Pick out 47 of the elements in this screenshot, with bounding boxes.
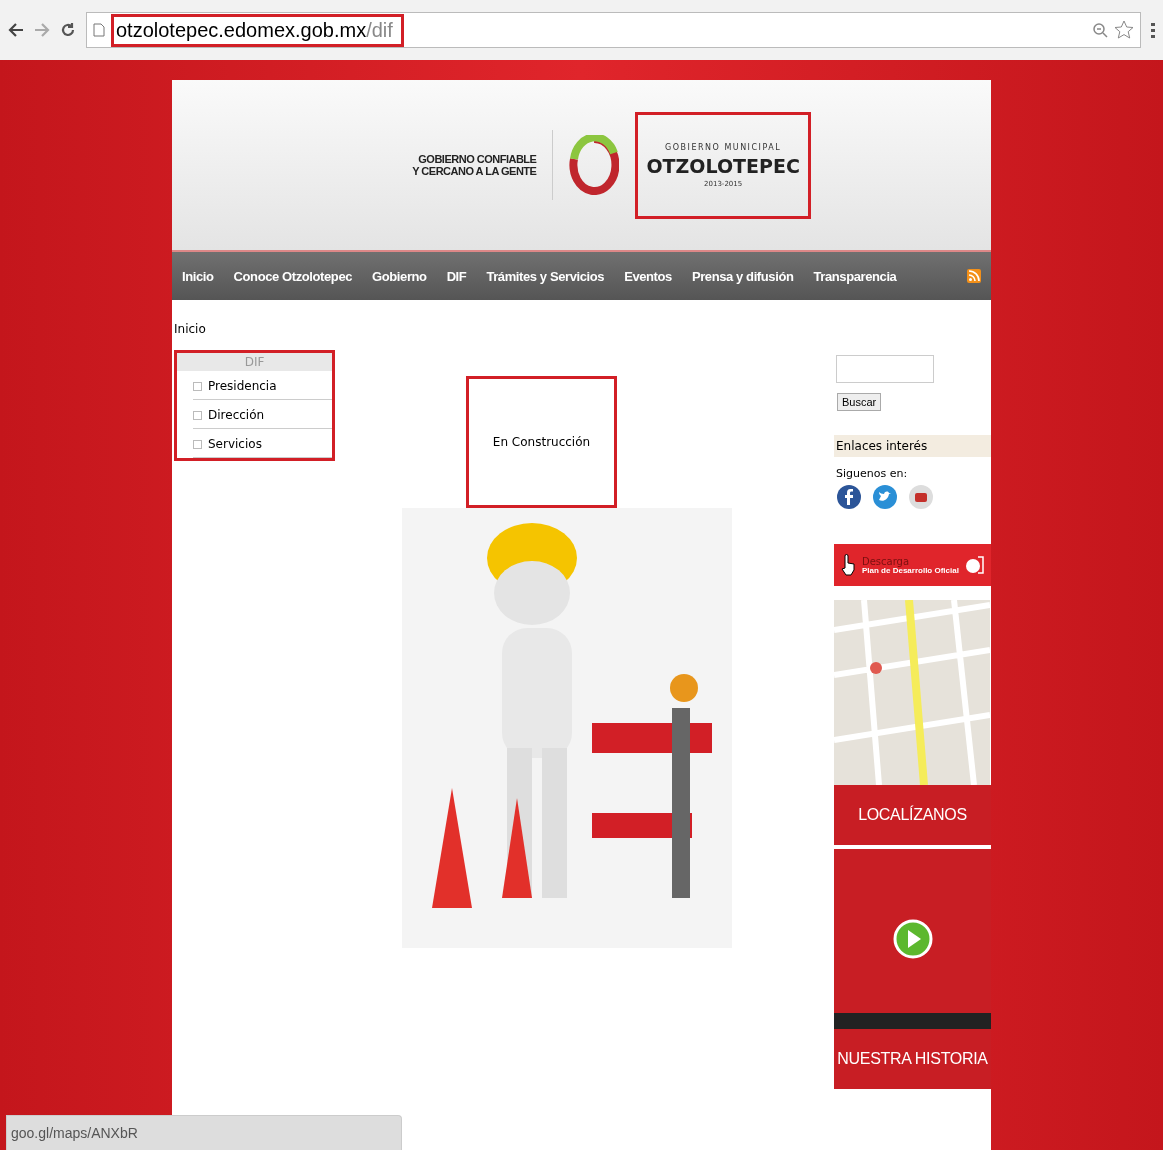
nav-link[interactable]: Conoce Otzolotepec	[233, 268, 353, 284]
reload-icon[interactable]	[60, 22, 76, 38]
expand-icon	[193, 439, 202, 449]
menu-icon[interactable]	[1151, 22, 1155, 38]
star-icon[interactable]	[1114, 20, 1134, 40]
page-icon	[93, 23, 105, 37]
nav-link[interactable]: Trámites y Servicios	[486, 268, 605, 284]
download-subtitle: Plan de Desarrollo Oficial	[862, 566, 959, 575]
expand-icon	[193, 381, 202, 391]
url-text: otzolotepec.edomex.gob.mx/dif	[111, 13, 404, 47]
forward-icon[interactable]	[34, 23, 50, 37]
download-title: Descarga	[862, 555, 911, 567]
facebook-icon[interactable]	[836, 484, 862, 510]
brand-name: OTZOLOTEPEC	[646, 154, 800, 177]
ring-logo-icon	[569, 135, 620, 195]
expand-icon	[193, 410, 202, 420]
video-player-placeholder[interactable]	[834, 849, 991, 1029]
construction-message: En Construcción	[466, 376, 617, 508]
search-button[interactable]: Buscar	[837, 393, 882, 411]
download-banner[interactable]: Descarga Plan de Desarrollo Oficial	[834, 544, 991, 586]
locate-banner[interactable]: LOCALÍZANOS	[834, 785, 991, 845]
zoom-icon[interactable]	[1092, 22, 1108, 38]
bird-icon[interactable]	[872, 484, 898, 510]
breadcrumb-link[interactable]: Inicio	[174, 322, 339, 336]
play-icon	[892, 919, 933, 959]
rss-icon[interactable]	[967, 269, 981, 283]
status-bar-url: goo.gl/maps/ANXbR	[6, 1115, 402, 1150]
nav-link[interactable]: DIF	[446, 268, 467, 284]
address-bar[interactable]: otzolotepec.edomex.gob.mx/dif	[86, 12, 1141, 48]
nav-link[interactable]: Inicio	[182, 268, 214, 284]
nav-link[interactable]: Eventos	[624, 268, 672, 284]
hand-pointer-icon	[840, 554, 856, 576]
brand-overline: GOBIERNO MUNICIPAL	[665, 142, 782, 152]
slogan-text: GOBIERNO CONFIABLE Y CERCANO A LA GENTE	[412, 153, 537, 177]
nav-link[interactable]: Prensa y difusión	[691, 268, 794, 284]
history-banner[interactable]: NUESTRA HISTORIA	[834, 1029, 991, 1089]
sidebar-item[interactable]: Dirección	[193, 400, 332, 429]
video-icon[interactable]	[908, 484, 934, 510]
nav-link[interactable]: Transparencia	[813, 268, 897, 284]
search-field[interactable]	[836, 355, 934, 383]
links-heading: Enlaces interés	[834, 435, 991, 457]
follow-label: Siguenos en:	[835, 467, 909, 480]
sidebar-title: DIF	[177, 353, 332, 371]
back-icon[interactable]	[8, 23, 24, 37]
nav-link[interactable]: Gobierno	[372, 268, 427, 284]
sidebar-item[interactable]: Servicios	[193, 429, 332, 458]
sidebar-item[interactable]: Presidencia	[193, 371, 332, 400]
